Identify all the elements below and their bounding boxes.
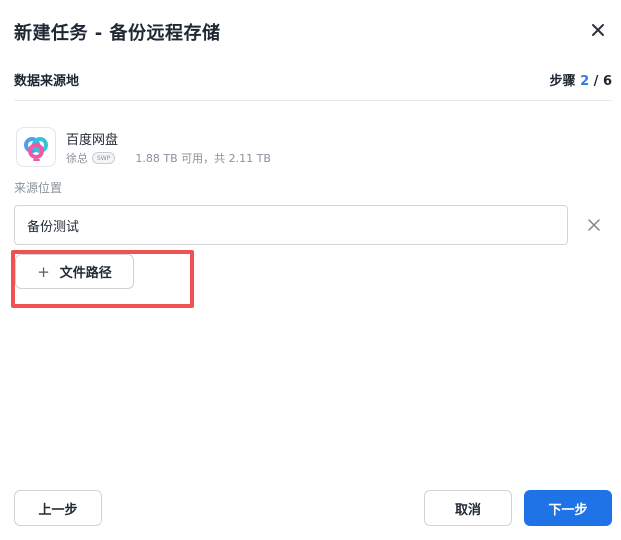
clear-location-button[interactable] [582,213,606,237]
baidu-netdisk-logo-icon [16,127,56,167]
step-indicator: 步骤 2 / 6 [550,70,612,89]
close-button[interactable] [586,18,610,42]
step-label: 步骤 [549,74,576,89]
clear-icon [588,219,600,231]
close-icon [592,24,604,36]
annotation-highlight-box [11,250,194,308]
section-title: 数据来源地 [14,74,80,89]
step-current: 2 [580,74,590,89]
prev-step-button[interactable]: 上一步 [14,490,102,526]
section-divider [14,100,612,101]
source-user: 徐总 [66,152,88,165]
source-name: 百度网盘 [66,133,119,148]
next-step-button[interactable]: 下一步 [524,490,612,526]
account-badge: SWP [92,152,116,164]
step-total: 6 [602,74,612,89]
cancel-button[interactable]: 取消 [424,490,512,526]
location-label: 来源位置 [14,181,63,195]
source-meta: 徐总 SWP 1.88 TB 可用，共 2.11 TB [66,150,271,166]
dialog-title: 新建任务 - 备份远程存储 [14,23,221,44]
source-capacity: 1.88 TB 可用，共 2.11 TB [135,152,271,165]
location-input[interactable] [14,205,568,245]
step-separator: / [589,74,603,89]
